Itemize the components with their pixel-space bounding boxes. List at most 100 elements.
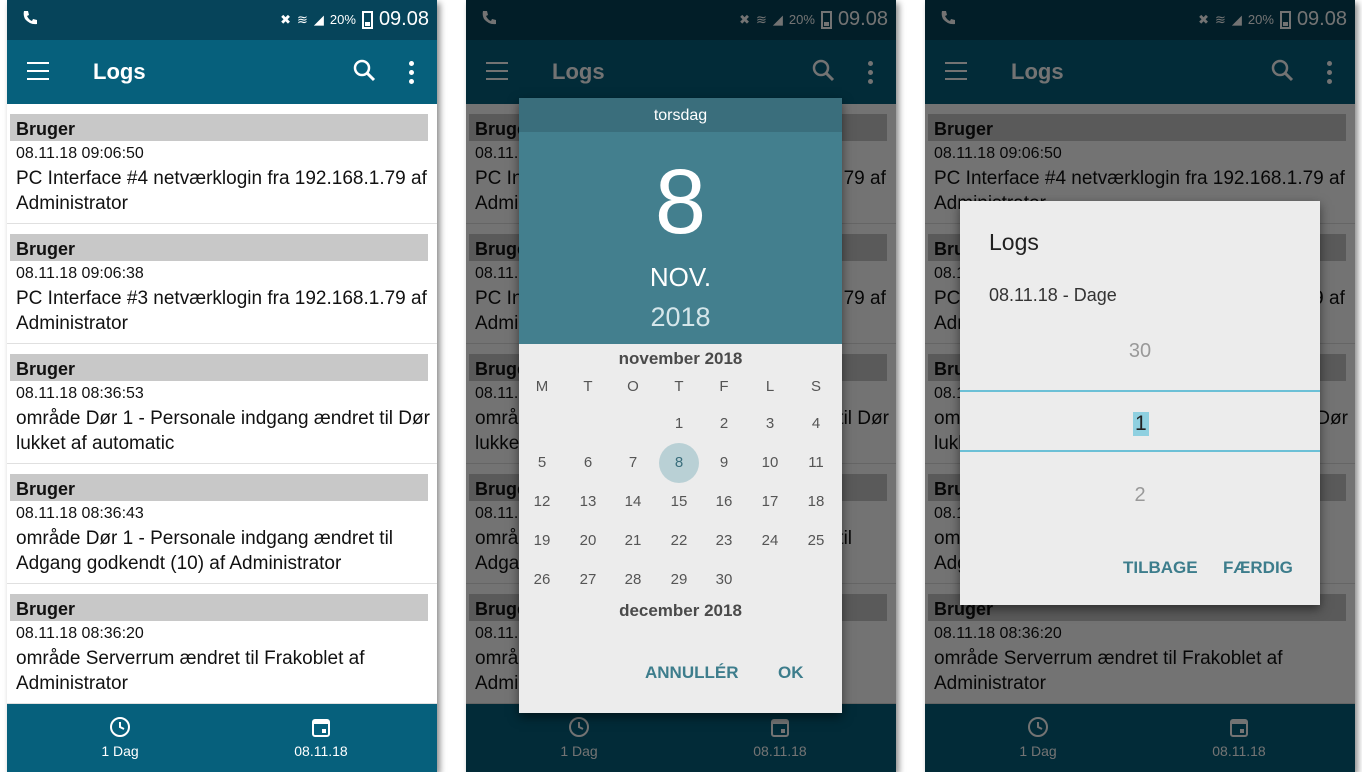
calendar-day[interactable]: 7 [610, 454, 656, 471]
cancel-button[interactable]: ANNULLÉR [645, 663, 739, 683]
picker-divider-bottom [960, 450, 1320, 452]
calendar-day[interactable]: 27 [565, 571, 611, 588]
calendar-day[interactable]: 26 [519, 571, 565, 588]
log-entry[interactable]: Bruger 08.11.18 08:36:20 område Serverru… [7, 584, 437, 704]
calendar-day[interactable]: 28 [610, 571, 656, 588]
log-category: Bruger [10, 114, 428, 141]
calendar-icon [312, 719, 330, 737]
calendar-day[interactable]: 11 [793, 454, 839, 471]
calendar-day[interactable]: 13 [565, 493, 611, 510]
bottom-bar: 1 Dag 08.11.18 [7, 704, 437, 772]
calendar-day[interactable]: 4 [793, 415, 839, 432]
battery-icon [361, 10, 373, 29]
dialog-title: Logs [989, 229, 1039, 255]
calendar-day[interactable]: 12 [519, 493, 565, 510]
calendar-day[interactable]: 15 [656, 493, 702, 510]
back-button[interactable]: TILBAGE [1123, 558, 1198, 578]
log-timestamp: 08.11.18 09:06:50 [16, 145, 144, 162]
overflow-menu-icon[interactable] [409, 61, 415, 88]
range-button[interactable]: 1 Dag [40, 716, 200, 759]
calendar-day[interactable]: 10 [747, 454, 793, 471]
signal-icon: ◢ [313, 11, 324, 27]
selected-weekday: torsdag [519, 98, 842, 132]
search-icon[interactable] [353, 59, 377, 83]
calendar-day[interactable]: 21 [610, 532, 656, 549]
log-message: PC Interface #4 netværklogin fra 192.168… [16, 168, 427, 214]
date-label: 08.11.18 [294, 743, 348, 759]
calendar-day[interactable]: 22 [656, 532, 702, 549]
calendar-day[interactable]: 18 [793, 493, 839, 510]
weekday-header: T [583, 378, 593, 395]
log-category: Bruger [10, 234, 428, 261]
status-bar: ✖ ≋ ◢ 20% 09.08 [7, 0, 437, 40]
weekday-header: F [719, 378, 729, 395]
weekday-header: T [674, 378, 684, 395]
clock: 09.08 [378, 8, 429, 30]
picker-next-value[interactable]: 2 [960, 484, 1320, 507]
log-timestamp: 08.11.18 08:36:43 [16, 505, 144, 522]
done-button[interactable]: FÆRDIG [1223, 558, 1293, 578]
page-title: Logs [93, 59, 146, 84]
calendar-day[interactable]: 29 [656, 571, 702, 588]
weekday-header: O [627, 378, 639, 395]
phone-screen-datepicker: ✖ ≋ ◢ 20% 09.08 Logs Bruger 08.11.18 09:… [466, 0, 896, 772]
calendar-next-month-title: december 2018 [619, 601, 742, 620]
weekday-header: L [765, 378, 775, 395]
clock-icon [110, 717, 130, 737]
calendar-day[interactable]: 14 [610, 493, 656, 510]
log-timestamp: 08.11.18 09:06:38 [16, 265, 144, 282]
calendar-day[interactable]: 2 [701, 415, 747, 432]
calendar-day[interactable]: 19 [519, 532, 565, 549]
picker-current-value[interactable]: 1 [1133, 412, 1149, 436]
app-bar: Logs [7, 40, 437, 104]
selected-day: 8 [654, 151, 707, 253]
log-entry[interactable]: Bruger 08.11.18 09:06:50 PC Interface #4… [7, 104, 437, 224]
date-picker-dialog: torsdag 8 NOV. 2018 november 2018 decemb… [519, 98, 842, 713]
calendar-day[interactable]: 30 [701, 571, 747, 588]
calendar-day[interactable]: 9 [701, 454, 747, 471]
calendar-day[interactable]: 3 [747, 415, 793, 432]
number-picker-dialog: Logs 08.11.18 - Dage 30 1 2 TILBAGE FÆRD… [960, 201, 1320, 605]
calendar-grid: november 2018 december 2018 MTOTFLS12345… [519, 344, 842, 634]
ok-button[interactable]: OK [778, 663, 804, 683]
calendar-day[interactable]: 23 [701, 532, 747, 549]
date-button[interactable]: 08.11.18 [241, 716, 401, 759]
battery-percent: 20% [329, 12, 356, 27]
call-icon [23, 11, 37, 25]
log-entry[interactable]: Bruger 08.11.18 08:36:53 område Dør 1 - … [7, 344, 437, 464]
phone-screen-numberpicker: ✖ ≋ ◢ 20% 09.08 Logs Bruger 08.11.18 09:… [925, 0, 1355, 772]
log-category: Bruger [10, 354, 428, 381]
log-message: område Dør 1 - Personale indgang ændret … [16, 408, 430, 454]
log-message: område Dør 1 - Personale indgang ændret … [16, 528, 394, 574]
calendar-day[interactable]: 16 [701, 493, 747, 510]
log-list: Bruger 08.11.18 09:06:50 PC Interface #4… [7, 104, 437, 704]
wifi-icon: ≋ [297, 11, 308, 27]
log-entry[interactable]: Bruger 08.11.18 08:36:43 område Dør 1 - … [7, 464, 437, 584]
calendar-day[interactable]: 17 [747, 493, 793, 510]
log-entry[interactable]: Bruger 08.11.18 09:06:38 PC Interface #3… [7, 224, 437, 344]
calendar-day[interactable]: 5 [519, 454, 565, 471]
picker-prev-value[interactable]: 30 [960, 340, 1320, 363]
log-message: PC Interface #3 netværklogin fra 192.168… [16, 288, 427, 334]
weekday-header: M [535, 378, 549, 395]
date-picker-header: torsdag 8 NOV. 2018 [519, 98, 842, 344]
phone-screen-logs: ✖ ≋ ◢ 20% 09.08 Logs Bruger 08.11.18 09:… [7, 0, 437, 772]
dialog-actions: ANNULLÉR OK [519, 663, 842, 699]
log-timestamp: 08.11.18 08:36:20 [16, 625, 144, 642]
selected-year[interactable]: 2018 [519, 302, 842, 333]
selected-month[interactable]: NOV. [519, 262, 842, 293]
log-message: område Serverrum ændret til Frakoblet af… [16, 648, 365, 694]
log-category: Bruger [10, 594, 428, 621]
log-category: Bruger [10, 474, 428, 501]
calendar-day[interactable]: 1 [656, 415, 702, 432]
weekday-header: S [810, 378, 821, 395]
calendar-day[interactable]: 8 [656, 454, 702, 471]
calendar-day[interactable]: 6 [565, 454, 611, 471]
calendar-day[interactable]: 24 [747, 532, 793, 549]
calendar-day[interactable]: 20 [565, 532, 611, 549]
log-timestamp: 08.11.18 08:36:53 [16, 385, 144, 402]
menu-icon[interactable] [27, 62, 49, 80]
calendar-day[interactable]: 25 [793, 532, 839, 549]
dialog-subtitle: 08.11.18 - Dage [989, 285, 1117, 305]
range-label: 1 Dag [101, 743, 139, 759]
